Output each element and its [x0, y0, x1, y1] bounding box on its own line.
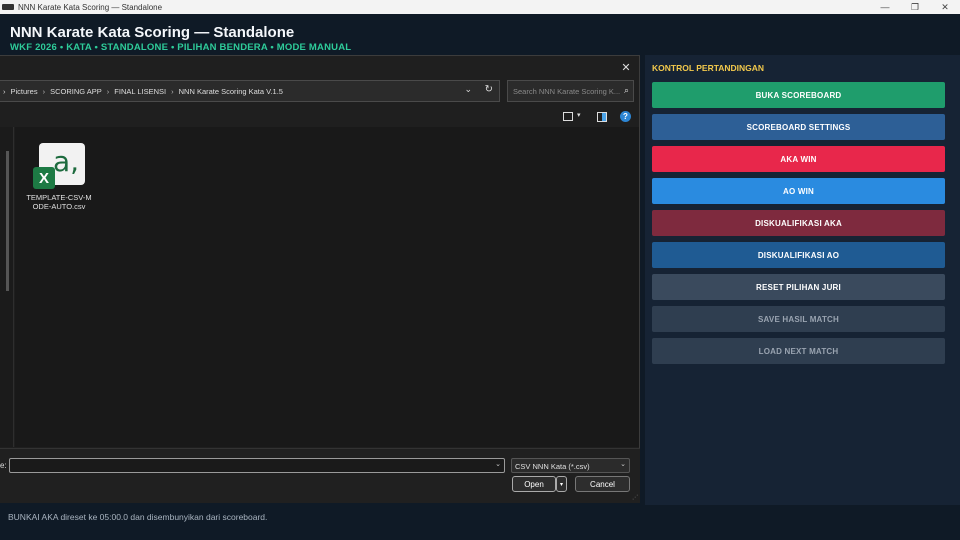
control-panel: KONTROL PERTANDINGAN BUKA SCOREBOARD SCO…	[645, 55, 960, 505]
ao-win-button[interactable]: AO WIN	[652, 178, 945, 204]
status-message: BUNKAI AKA direset ke 05:00.0 dan disemb…	[8, 512, 268, 522]
chevron-down-icon[interactable]: ▾	[577, 111, 581, 119]
search-placeholder: Search NNN Karate Scoring K...	[513, 87, 621, 96]
chevron-down-icon[interactable]: ⌄	[620, 460, 626, 468]
app-subtitle: WKF 2026 • KATA • STANDALONE • PILIHAN B…	[10, 42, 352, 53]
aka-win-button[interactable]: AKA WIN	[652, 146, 945, 172]
save-match-button[interactable]: SAVE HASIL MATCH	[652, 306, 945, 332]
disqualify-ao-button[interactable]: DISKUALIFIKASI AO	[652, 242, 945, 268]
breadcrumb-current-folder[interactable]: NNN Karate Scoring Kata V.1.5	[179, 87, 283, 96]
os-title-bar: NNN Karate Kata Scoring — Standalone — ❐…	[0, 0, 960, 14]
panel-title: KONTROL PERTANDINGAN	[652, 63, 765, 73]
file-name-input[interactable]: ⌄	[9, 458, 505, 473]
minimize-button[interactable]: —	[870, 0, 900, 14]
open-scoreboard-button[interactable]: BUKA SCOREBOARD	[652, 82, 945, 108]
breadcrumb-sep-icon: ›	[106, 86, 110, 96]
dialog-toolbar: ▾ ?	[0, 109, 640, 127]
breadcrumb-sep-icon: ›	[3, 86, 6, 96]
navigation-pane[interactable]	[0, 127, 14, 447]
dialog-close-icon[interactable]: ✕	[619, 60, 633, 74]
app-header: NNN Karate Kata Scoring — Standalone WKF…	[10, 24, 351, 53]
breadcrumb-pictures[interactable]: Pictures	[11, 87, 38, 96]
disqualify-aka-button[interactable]: DISKUALIFIKASI AKA	[652, 210, 945, 236]
window-title: NNN Karate Kata Scoring — Standalone	[18, 2, 163, 12]
open-split-icon[interactable]: ▾	[556, 476, 567, 492]
window-close-button[interactable]: ✕	[930, 0, 960, 14]
file-type-value: CSV NNN Kata (*.csv)	[515, 462, 590, 471]
file-list-area[interactable]	[15, 127, 639, 447]
file-item[interactable]: a, X TEMPLATE-CSV-MODE-AUTO.csv	[25, 143, 93, 211]
preview-pane-icon[interactable]	[597, 112, 607, 122]
file-name-label: e:	[0, 461, 7, 470]
breadcrumb-scoring-app[interactable]: SCORING APP	[50, 87, 102, 96]
cancel-button[interactable]: Cancel	[575, 476, 630, 492]
breadcrumb-sep-icon: ›	[42, 86, 46, 96]
window-controls: — ❐ ✕	[870, 0, 960, 14]
breadcrumb-final-lisensi[interactable]: FINAL LISENSI	[114, 87, 166, 96]
refresh-icon[interactable]: ↻	[485, 84, 493, 95]
dialog-footer: e: ⌄ CSV NNN Kata (*.csv) ⌄ Open ▾ Cance…	[0, 448, 640, 503]
excel-letter: a,	[53, 145, 80, 178]
search-input[interactable]: Search NNN Karate Scoring K... ⌕	[507, 80, 634, 102]
breadcrumb-sep-icon: ›	[171, 86, 174, 96]
reset-judges-button[interactable]: RESET PILIHAN JURI	[652, 274, 945, 300]
file-open-dialog: ✕ › Pictures › SCORING APP › FINAL LISEN…	[0, 55, 640, 503]
help-icon[interactable]: ?	[620, 111, 631, 122]
load-next-match-button[interactable]: LOAD NEXT MATCH	[652, 338, 945, 364]
resize-grip-icon[interactable]: ⋰	[632, 494, 638, 501]
view-mode-icon[interactable]	[563, 112, 573, 121]
file-name: TEMPLATE-CSV-MODE-AUTO.csv	[26, 193, 92, 211]
app-title: NNN Karate Kata Scoring — Standalone	[10, 24, 295, 41]
app-icon	[2, 4, 14, 10]
search-icon[interactable]: ⌕	[624, 85, 629, 96]
address-bar[interactable]: › Pictures › SCORING APP › FINAL LISENSI…	[0, 80, 500, 102]
maximize-button[interactable]: ❐	[900, 0, 930, 14]
open-button[interactable]: Open	[512, 476, 556, 492]
chevron-down-icon[interactable]: ⌄	[495, 460, 501, 468]
scrollbar-thumb[interactable]	[6, 151, 9, 291]
scoreboard-settings-button[interactable]: SCOREBOARD SETTINGS	[652, 114, 945, 140]
excel-icon: a, X	[33, 143, 85, 189]
chevron-down-icon[interactable]: ⌄	[464, 84, 472, 95]
file-type-select[interactable]: CSV NNN Kata (*.csv) ⌄	[511, 458, 630, 473]
excel-badge: X	[33, 167, 55, 189]
